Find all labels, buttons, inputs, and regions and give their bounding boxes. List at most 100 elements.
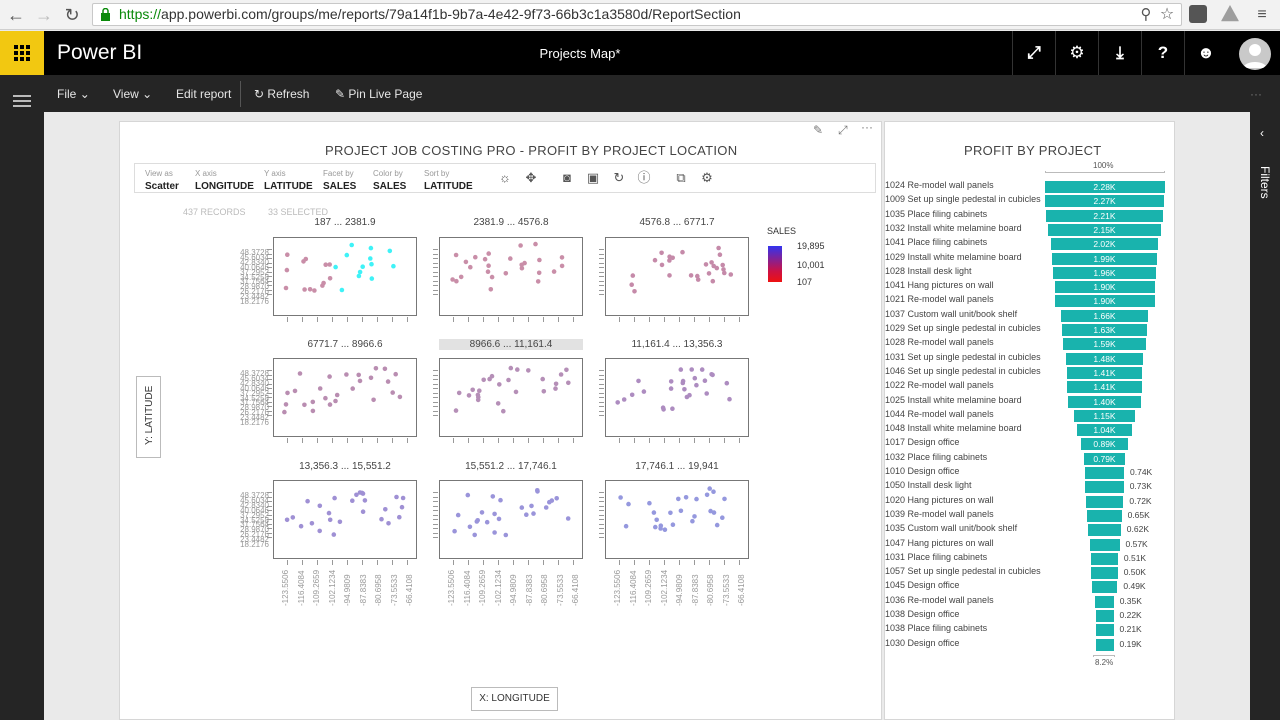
more-icon[interactable]: ··· xyxy=(1250,87,1262,101)
info-icon[interactable]: ⓘ xyxy=(637,171,651,185)
fullscreen-icon[interactable]: ⤢ xyxy=(1012,31,1055,75)
scatter-point[interactable] xyxy=(559,263,565,269)
scatter-point[interactable] xyxy=(456,390,462,396)
pin-live-page-button[interactable]: ✎ Pin Live Page xyxy=(335,87,422,101)
scatter-point[interactable] xyxy=(621,397,627,402)
scatter-point[interactable] xyxy=(678,508,684,514)
funnel-bar[interactable] xyxy=(1088,524,1121,537)
scatter-point[interactable] xyxy=(360,491,366,496)
extension-icon[interactable] xyxy=(1189,5,1207,23)
funnel-bar[interactable] xyxy=(1095,595,1114,608)
facet-title[interactable]: 2381.9 ... 4576.8 xyxy=(439,217,583,228)
scatter-point[interactable] xyxy=(489,373,495,379)
scatter-point[interactable] xyxy=(720,515,725,520)
funnel-label[interactable]: 1038 Place filing cabinets xyxy=(885,623,987,633)
scatter-point[interactable] xyxy=(484,519,490,525)
filters-label[interactable]: Filters xyxy=(1258,166,1272,199)
funnel-label[interactable]: 1029 Set up single pedestal in cubicles xyxy=(885,323,1041,333)
scatter-point[interactable] xyxy=(327,262,332,267)
scatter-point[interactable] xyxy=(704,391,709,396)
scatter-point[interactable] xyxy=(368,245,374,251)
scatter-point[interactable] xyxy=(678,367,684,372)
chevron-left-icon[interactable]: ‹ xyxy=(1260,126,1264,140)
funnel-bar[interactable]: 1.90K xyxy=(1054,281,1155,294)
facet-panel[interactable] xyxy=(273,480,417,559)
scatter-point[interactable] xyxy=(551,269,557,274)
forward-icon[interactable]: → xyxy=(34,5,54,25)
scatter-point[interactable] xyxy=(369,261,374,267)
scatter-point[interactable] xyxy=(368,256,373,261)
funnel-bar[interactable] xyxy=(1087,509,1122,522)
scatter-point[interactable] xyxy=(662,527,668,532)
scatter-point[interactable] xyxy=(531,511,536,516)
funnel-bar[interactable]: 2.27K xyxy=(1044,195,1165,208)
funnel-label[interactable]: 1035 Place filing cabinets xyxy=(885,209,987,219)
scatter-point[interactable] xyxy=(317,503,323,509)
scatter-point[interactable] xyxy=(506,377,511,383)
scatter-point[interactable] xyxy=(284,267,290,273)
help-icon[interactable]: ? xyxy=(1141,31,1184,75)
facet-title[interactable]: 6771.7 ... 8966.6 xyxy=(273,339,417,350)
scatter-point[interactable] xyxy=(357,378,363,384)
funnel-bar[interactable] xyxy=(1085,495,1124,508)
scatter-point[interactable] xyxy=(321,280,326,286)
scatter-point[interactable] xyxy=(668,510,673,516)
funnel-bar[interactable]: 1.04K xyxy=(1077,424,1132,437)
funnel-label[interactable]: 1021 Re-model wall panels xyxy=(885,294,994,304)
scatter-point[interactable] xyxy=(331,532,337,537)
scatter-point[interactable] xyxy=(489,274,495,280)
x-axis-select[interactable]: LONGITUDE xyxy=(195,181,254,192)
funnel-bar[interactable]: 2.15K xyxy=(1047,223,1162,236)
scatter-point[interactable] xyxy=(305,498,310,504)
funnel-label[interactable]: 1045 Design office xyxy=(885,580,959,590)
address-bar[interactable]: https://app.powerbi.com/groups/me/report… xyxy=(92,3,1182,26)
scatter-point[interactable] xyxy=(690,518,695,524)
scatter-point[interactable] xyxy=(668,386,674,391)
scatter-point[interactable] xyxy=(636,378,641,384)
sort-by-select[interactable]: LATITUDE xyxy=(424,181,473,192)
funnel-label[interactable]: 1017 Design office xyxy=(885,437,959,447)
avatar[interactable] xyxy=(1239,38,1271,70)
scatter-point[interactable] xyxy=(659,250,664,256)
scatter-point[interactable] xyxy=(317,386,323,391)
scatter-point[interactable] xyxy=(473,254,478,260)
filters-pane[interactable]: ‹ Filters xyxy=(1250,112,1280,720)
scatter-point[interactable] xyxy=(290,515,296,520)
facet-title[interactable]: 17,746.1 ... 19,941 xyxy=(605,461,749,472)
scatter-point[interactable] xyxy=(518,243,523,248)
scatter-point[interactable] xyxy=(683,495,689,500)
scatter-point[interactable] xyxy=(486,251,491,256)
facet-title[interactable]: 15,551.2 ... 17,746.1 xyxy=(439,461,583,472)
lightbulb-icon[interactable]: ☼ xyxy=(498,171,512,185)
scatter-point[interactable] xyxy=(692,514,697,519)
color-by-select[interactable]: SALES xyxy=(373,181,406,192)
facet-panel[interactable] xyxy=(439,358,583,437)
scatter-point[interactable] xyxy=(356,273,362,279)
scatter-point[interactable] xyxy=(339,287,345,293)
funnel-bar[interactable] xyxy=(1095,624,1114,637)
funnel-label[interactable]: 1024 Re-model wall panels xyxy=(885,180,994,190)
scatter-point[interactable] xyxy=(501,408,506,414)
scatter-point[interactable] xyxy=(349,242,354,248)
funnel-label[interactable]: 1050 Install desk light xyxy=(885,480,972,490)
scatter-point[interactable] xyxy=(707,486,712,491)
scatter-point[interactable] xyxy=(498,497,503,503)
scatter-point[interactable] xyxy=(651,510,657,515)
funnel-bar[interactable]: 1.59K xyxy=(1062,338,1147,351)
funnel-bar[interactable]: 1.96K xyxy=(1052,266,1157,279)
scatter-point[interactable] xyxy=(524,512,529,517)
facet-panel[interactable] xyxy=(439,237,583,316)
scatter-point[interactable] xyxy=(653,524,658,530)
scatter-point[interactable] xyxy=(559,255,565,260)
funnel-label[interactable]: 1035 Custom wall unit/book shelf xyxy=(885,523,1017,533)
funnel-bar[interactable]: 2.28K xyxy=(1044,181,1165,193)
scatter-point[interactable] xyxy=(481,377,486,383)
scatter-point[interactable] xyxy=(623,523,629,529)
scatter-point[interactable] xyxy=(467,524,473,530)
scatter-point[interactable] xyxy=(468,264,473,270)
scatter-point[interactable] xyxy=(508,256,513,261)
scatter-point[interactable] xyxy=(535,279,541,284)
x-axis-button[interactable]: X: LONGITUDE xyxy=(471,687,558,711)
scatter-point[interactable] xyxy=(503,271,509,276)
scatter-point[interactable] xyxy=(519,505,525,510)
